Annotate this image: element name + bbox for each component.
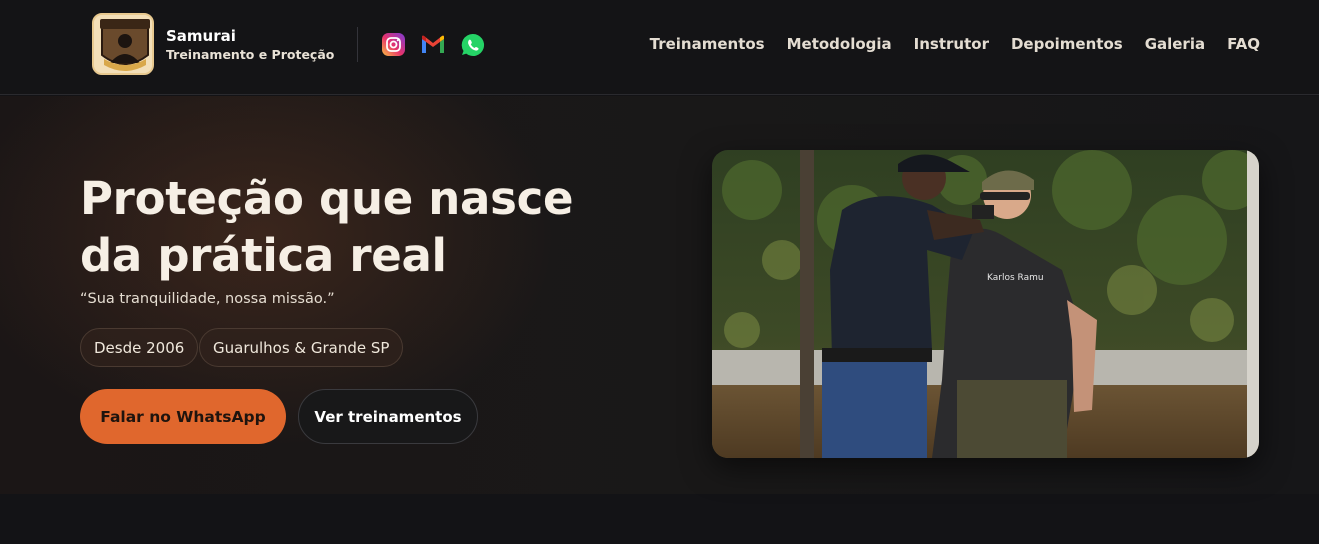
- header-divider: [357, 27, 358, 62]
- nav-metodologia[interactable]: Metodologia: [787, 35, 892, 53]
- view-trainings-button[interactable]: Ver treinamentos: [298, 389, 478, 444]
- samurai-logo[interactable]: [92, 13, 154, 75]
- training-photo-illustration: Karlos Ramu: [712, 150, 1259, 458]
- badge-since: Desde 2006: [80, 328, 199, 367]
- whatsapp-icon[interactable]: [460, 32, 485, 57]
- instagram-icon[interactable]: [381, 32, 406, 57]
- hero-photo: Karlos Ramu: [712, 150, 1259, 458]
- nav-galeria[interactable]: Galeria: [1145, 35, 1205, 53]
- nav-depoimentos[interactable]: Depoimentos: [1011, 35, 1123, 53]
- nav-faq[interactable]: FAQ: [1227, 35, 1260, 53]
- nav-treinamentos[interactable]: Treinamentos: [650, 35, 765, 53]
- whatsapp-cta-button[interactable]: Falar no WhatsApp: [80, 389, 286, 444]
- nav-instrutor[interactable]: Instrutor: [914, 35, 989, 53]
- badge-location: Guarulhos & Grande SP: [199, 328, 404, 367]
- samurai-logo-graphic: [94, 15, 152, 73]
- brand-name[interactable]: Samurai: [166, 27, 236, 45]
- hero-headline: Proteção que nasce da prática real: [80, 172, 574, 282]
- shirt-text: Karlos Ramu: [987, 273, 1044, 283]
- main-nav: Treinamentos Metodologia Instrutor Depoi…: [650, 35, 1260, 53]
- hero-quote: “Sua tranquilidade, nossa missão.”: [80, 291, 335, 307]
- site-header: Samurai Treinamento e Proteção Treinamen…: [0, 0, 1319, 95]
- brand-subtitle: Treinamento e Proteção: [166, 47, 335, 62]
- gmail-icon[interactable]: [420, 32, 445, 57]
